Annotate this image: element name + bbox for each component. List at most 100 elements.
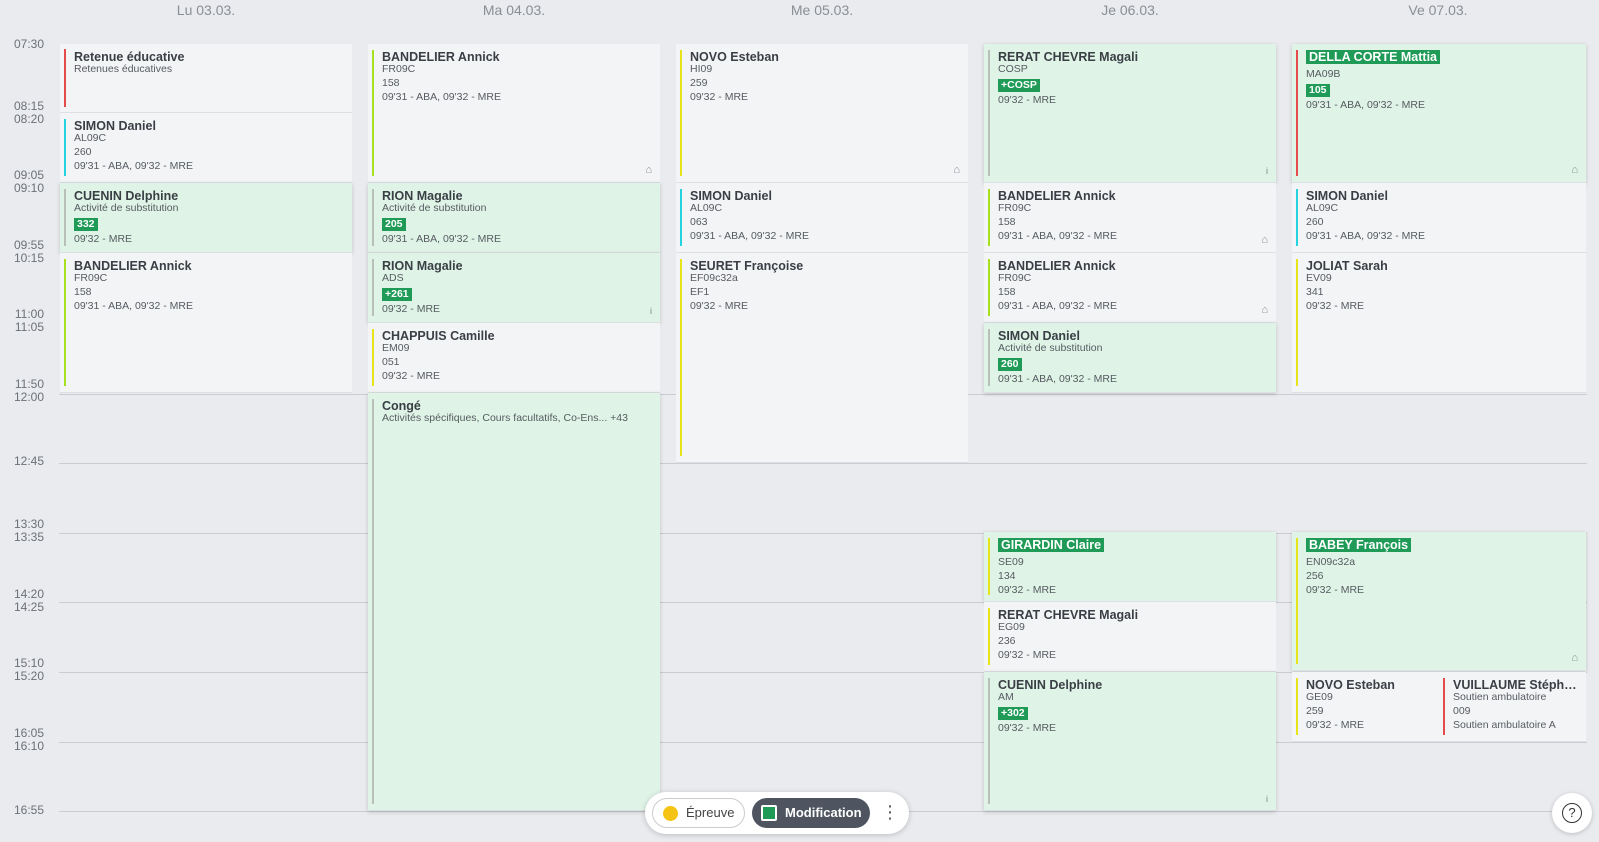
more-options-icon[interactable]: ⋮ (878, 798, 902, 828)
time-label: 11:00 (14, 307, 44, 321)
event-color-bar (1443, 678, 1445, 735)
event-title: RERAT CHEVRE Magali (998, 608, 1139, 622)
event-card[interactable]: CUENIN Delphine AM +302 09'32 - MRE i (984, 672, 1276, 811)
event-card[interactable]: GIRARDIN Claire SE09 134 09'32 - MRE (984, 532, 1276, 602)
house-icon[interactable]: ⌂ (1571, 652, 1578, 664)
event-title: RION Magalie (382, 189, 463, 203)
event-card[interactable]: SEURET Françoise EF09c32a EF1 09'32 - MR… (676, 253, 968, 463)
event-card[interactable]: BANDELIER Annick FR09C 158 09'31 - ABA, … (984, 183, 1276, 253)
help-icon: ? (1562, 803, 1582, 823)
green-square-icon (761, 805, 777, 821)
event-title: NOVO Esteban (690, 50, 779, 64)
event-time: 09'31 - ABA, 09'32 - MRE (74, 300, 193, 312)
event-card[interactable]: DELLA CORTE Mattia MA09B 105 09'31 - ABA… (1292, 44, 1586, 183)
event-subject: EF09c32a (690, 273, 738, 284)
event-subject: FR09C (74, 273, 108, 284)
info-icon[interactable]: i (1266, 166, 1268, 176)
event-subject: FR09C (998, 203, 1032, 214)
event-subject: FR09C (382, 64, 416, 75)
event-card[interactable]: RERAT CHEVRE Magali EG09 236 09'32 - MRE (984, 602, 1276, 672)
event-card[interactable]: BANDELIER Annick FR09C 158 09'31 - ABA, … (368, 44, 660, 183)
event-color-bar (64, 259, 66, 386)
event-subject: EV09 (1306, 273, 1332, 284)
house-icon[interactable]: ⌂ (1261, 234, 1268, 246)
house-icon[interactable]: ⌂ (645, 164, 652, 176)
time-label: 11:50 (14, 377, 44, 391)
event-card[interactable]: SIMON Daniel AL09C 260 09'31 - ABA, 09'3… (60, 113, 352, 183)
event-title: BABEY François (1306, 538, 1412, 552)
house-icon[interactable]: ⌂ (1571, 164, 1578, 176)
event-subject: AL09C (74, 133, 107, 144)
event-title: SEURET Françoise (690, 259, 804, 273)
event-title: CUENIN Delphine (998, 678, 1103, 692)
info-icon[interactable]: i (1266, 794, 1268, 804)
event-time: 09'31 - ABA, 09'32 - MRE (998, 300, 1117, 312)
event-time: 09'32 - MRE (382, 303, 441, 315)
event-room: 259 (690, 77, 708, 89)
event-title: JOLIAT Sarah (1306, 259, 1388, 273)
time-label: 15:10 (13, 656, 44, 670)
event-color-bar (64, 119, 66, 176)
event-card[interactable]: RION Magalie Activité de substitution 20… (368, 183, 660, 253)
event-card[interactable]: BANDELIER Annick FR09C 158 09'31 - ABA, … (984, 253, 1276, 323)
modification-toggle[interactable]: Modification (752, 798, 870, 828)
house-icon[interactable]: ⌂ (953, 164, 960, 176)
time-label: 08:20 (13, 112, 44, 126)
event-card[interactable]: RION Magalie ADS +261 09'32 - MRE i (368, 253, 660, 323)
event-title: VUILLAUME Stépha... (1453, 678, 1580, 692)
event-subject: Activité de substitution (998, 343, 1103, 354)
event-time: 09'31 - ABA, 09'32 - MRE (382, 233, 501, 245)
event-room-badge: 332 (74, 218, 98, 231)
event-color-bar (1296, 538, 1298, 664)
grid-line (59, 742, 1587, 743)
event-room: 260 (1306, 216, 1324, 228)
event-card[interactable]: SIMON Daniel AL09C 063 09'31 - ABA, 09'3… (676, 183, 968, 253)
event-card[interactable]: VUILLAUME Stépha... Soutien ambulatoire … (1439, 672, 1586, 742)
event-room: 259 (1306, 705, 1324, 717)
help-button[interactable]: ? (1552, 793, 1592, 833)
event-subject: AM (998, 692, 1014, 703)
event-card[interactable]: BABEY François EN09c32a 256 09'32 - MRE … (1292, 532, 1586, 671)
event-color-bar (372, 329, 374, 386)
epreuve-toggle[interactable]: Épreuve (652, 798, 745, 828)
event-subject: HI09 (690, 64, 713, 75)
time-label: 08:15 (13, 99, 44, 113)
event-time: 09'31 - ABA, 09'32 - MRE (1306, 99, 1425, 111)
day-header-fri: Ve 07.03. (1408, 2, 1468, 18)
event-subject: GE09 (1306, 692, 1333, 703)
day-header-tue: Ma 04.03. (482, 2, 546, 18)
event-card[interactable]: SIMON Daniel AL09C 260 09'31 - ABA, 09'3… (1292, 183, 1586, 253)
event-subject: Retenues éducatives (74, 64, 173, 75)
time-label: 12:00 (13, 390, 44, 404)
house-icon[interactable]: ⌂ (1261, 304, 1268, 316)
event-card[interactable]: SIMON Daniel Activité de substitution 26… (984, 323, 1276, 393)
event-room: 256 (1306, 570, 1324, 582)
event-card[interactable]: Congé Activités spécifiques, Cours facul… (368, 393, 660, 811)
event-subject: AL09C (690, 203, 723, 214)
event-color-bar (64, 49, 66, 107)
time-label: 16:05 (13, 726, 44, 740)
time-label: 16:10 (13, 739, 44, 753)
event-room: 158 (74, 286, 92, 298)
event-time: 09'32 - MRE (998, 584, 1057, 596)
event-card[interactable]: CHAPPUIS Camille EM09 051 09'32 - MRE (368, 323, 660, 393)
day-header-mon: Lu 03.03. (176, 2, 236, 18)
event-room: 260 (74, 146, 92, 158)
event-title: SIMON Daniel (998, 329, 1080, 343)
event-card[interactable]: NOVO Esteban GE09 259 09'32 - MRE (1292, 672, 1439, 742)
event-card[interactable]: BANDELIER Annick FR09C 158 09'31 - ABA, … (60, 253, 352, 393)
event-room-badge: +261 (382, 288, 412, 301)
info-icon[interactable]: i (650, 306, 652, 316)
event-room: 158 (998, 216, 1016, 228)
event-card[interactable]: Retenue éducative Retenues éducatives (60, 44, 352, 113)
event-color-bar (372, 259, 374, 316)
event-card[interactable]: CUENIN Delphine Activité de substitution… (60, 183, 352, 253)
event-color-bar (680, 50, 682, 176)
event-subject: Activité de substitution (382, 203, 487, 214)
event-card[interactable]: NOVO Esteban HI09 259 09'32 - MRE ⌂ (676, 44, 968, 183)
event-color-bar (988, 189, 990, 246)
time-label: 13:35 (13, 530, 44, 544)
event-card[interactable]: RERAT CHEVRE Magali COSP +COSP 09'32 - M… (984, 44, 1276, 183)
event-title: SIMON Daniel (1306, 189, 1388, 203)
event-card[interactable]: JOLIAT Sarah EV09 341 09'32 - MRE (1292, 253, 1586, 393)
